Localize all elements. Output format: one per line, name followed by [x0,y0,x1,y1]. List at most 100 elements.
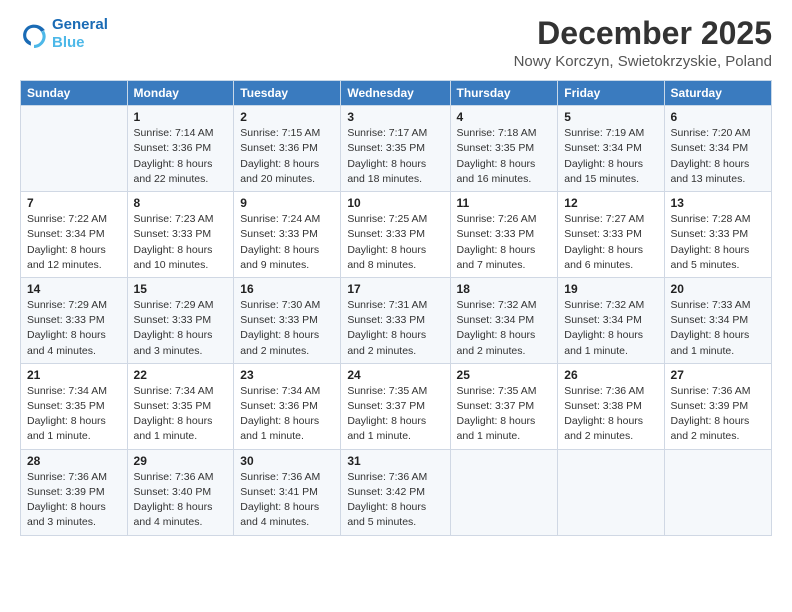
day-number: 6 [671,110,765,124]
day-info: Sunrise: 7:34 AMSunset: 3:35 PMDaylight:… [134,384,228,445]
header: General Blue December 2025 Nowy Korczyn,… [20,16,772,70]
day-info: Sunrise: 7:26 AMSunset: 3:33 PMDaylight:… [457,212,552,273]
day-number: 7 [27,196,121,210]
day-info: Sunrise: 7:14 AMSunset: 3:36 PMDaylight:… [134,126,228,187]
calendar-cell-w1-d7: 6 Sunrise: 7:20 AMSunset: 3:34 PMDaylight… [664,106,771,192]
calendar-cell-w4-d6: 26 Sunrise: 7:36 AMSunset: 3:38 PMDayligh… [558,363,664,449]
day-number: 8 [134,196,228,210]
calendar-cell-w2-d1: 7 Sunrise: 7:22 AMSunset: 3:34 PMDaylight… [21,192,128,278]
logo-text: General Blue [52,16,108,52]
day-number: 15 [134,282,228,296]
day-info: Sunrise: 7:27 AMSunset: 3:33 PMDaylight:… [564,212,657,273]
calendar-cell-w1-d2: 1 Sunrise: 7:14 AMSunset: 3:36 PMDaylight… [127,106,234,192]
day-info: Sunrise: 7:17 AMSunset: 3:35 PMDaylight:… [347,126,443,187]
calendar-cell-w3-d5: 18Sunrise: 7:32 AMSunset: 3:34 PMDayligh… [450,277,558,363]
day-info: Sunrise: 7:31 AMSunset: 3:33 PMDaylight:… [347,298,443,359]
calendar-cell-w5-d6 [558,449,664,535]
calendar-week-2: 7 Sunrise: 7:22 AMSunset: 3:34 PMDaylight… [21,192,772,278]
calendar-cell-w4-d3: 23 Sunrise: 7:34 AMSunset: 3:36 PMDayligh… [234,363,341,449]
day-info: Sunrise: 7:32 AMSunset: 3:34 PMDaylight:… [457,298,552,359]
day-info: Sunrise: 7:33 AMSunset: 3:34 PMDaylight:… [671,298,765,359]
day-info: Sunrise: 7:36 AMSunset: 3:38 PMDaylight:… [564,384,657,445]
col-monday: Monday [127,81,234,106]
calendar-cell-w2-d3: 9Sunrise: 7:24 AMSunset: 3:33 PMDaylight… [234,192,341,278]
day-number: 16 [240,282,334,296]
calendar-cell-w1-d1 [21,106,128,192]
day-info: Sunrise: 7:35 AMSunset: 3:37 PMDaylight:… [347,384,443,445]
day-number: 10 [347,196,443,210]
day-info: Sunrise: 7:29 AMSunset: 3:33 PMDaylight:… [27,298,121,359]
day-number: 3 [347,110,443,124]
calendar-cell-w3-d6: 19Sunrise: 7:32 AMSunset: 3:34 PMDayligh… [558,277,664,363]
day-number: 2 [240,110,334,124]
day-number: 29 [134,454,228,468]
day-info: Sunrise: 7:19 AMSunset: 3:34 PMDaylight:… [564,126,657,187]
day-info: Sunrise: 7:36 AMSunset: 3:42 PMDaylight:… [347,470,443,531]
day-number: 1 [134,110,228,124]
col-saturday: Saturday [664,81,771,106]
day-info: Sunrise: 7:28 AMSunset: 3:33 PMDaylight:… [671,212,765,273]
day-number: 30 [240,454,334,468]
col-friday: Friday [558,81,664,106]
calendar-header-row: Sunday Monday Tuesday Wednesday Thursday… [21,81,772,106]
logo: General Blue [20,16,108,52]
day-number: 12 [564,196,657,210]
day-info: Sunrise: 7:29 AMSunset: 3:33 PMDaylight:… [134,298,228,359]
page: General Blue December 2025 Nowy Korczyn,… [0,0,792,612]
calendar-subtitle: Nowy Korczyn, Swietokrzyskie, Poland [514,53,772,70]
calendar-cell-w5-d4: 31Sunrise: 7:36 AMSunset: 3:42 PMDayligh… [341,449,450,535]
day-info: Sunrise: 7:20 AMSunset: 3:34 PMDaylight:… [671,126,765,187]
col-tuesday: Tuesday [234,81,341,106]
calendar-cell-w1-d5: 4Sunrise: 7:18 AMSunset: 3:35 PMDaylight… [450,106,558,192]
title-block: December 2025 Nowy Korczyn, Swietokrzysk… [514,16,772,70]
logo-icon [20,20,48,48]
calendar-cell-w2-d6: 12 Sunrise: 7:27 AMSunset: 3:33 PMDayligh… [558,192,664,278]
calendar-cell-w1-d4: 3 Sunrise: 7:17 AMSunset: 3:35 PMDaylight… [341,106,450,192]
col-thursday: Thursday [450,81,558,106]
day-info: Sunrise: 7:30 AMSunset: 3:33 PMDaylight:… [240,298,334,359]
day-info: Sunrise: 7:23 AMSunset: 3:33 PMDaylight:… [134,212,228,273]
day-number: 5 [564,110,657,124]
calendar-cell-w3-d1: 14 Sunrise: 7:29 AMSunset: 3:33 PMDayligh… [21,277,128,363]
day-number: 26 [564,368,657,382]
calendar-cell-w4-d2: 22Sunrise: 7:34 AMSunset: 3:35 PMDayligh… [127,363,234,449]
calendar-cell-w5-d1: 28Sunrise: 7:36 AMSunset: 3:39 PMDayligh… [21,449,128,535]
col-wednesday: Wednesday [341,81,450,106]
day-info: Sunrise: 7:18 AMSunset: 3:35 PMDaylight:… [457,126,552,187]
calendar-cell-w3-d4: 17 Sunrise: 7:31 AMSunset: 3:33 PMDayligh… [341,277,450,363]
day-number: 17 [347,282,443,296]
day-info: Sunrise: 7:34 AMSunset: 3:36 PMDaylight:… [240,384,334,445]
day-number: 14 [27,282,121,296]
day-info: Sunrise: 7:22 AMSunset: 3:34 PMDaylight:… [27,212,121,273]
day-info: Sunrise: 7:34 AMSunset: 3:35 PMDaylight:… [27,384,121,445]
day-number: 20 [671,282,765,296]
calendar-cell-w4-d7: 27 Sunrise: 7:36 AMSunset: 3:39 PMDayligh… [664,363,771,449]
day-number: 23 [240,368,334,382]
calendar-cell-w5-d2: 29Sunrise: 7:36 AMSunset: 3:40 PMDayligh… [127,449,234,535]
calendar-week-3: 14 Sunrise: 7:29 AMSunset: 3:33 PMDayligh… [21,277,772,363]
calendar-cell-w1-d6: 5 Sunrise: 7:19 AMSunset: 3:34 PMDaylight… [558,106,664,192]
calendar-cell-w5-d5 [450,449,558,535]
calendar-cell-w2-d4: 10 Sunrise: 7:25 AMSunset: 3:33 PMDayligh… [341,192,450,278]
day-number: 13 [671,196,765,210]
logo-general: General [52,16,108,33]
day-info: Sunrise: 7:25 AMSunset: 3:33 PMDaylight:… [347,212,443,273]
calendar-title: December 2025 [514,16,772,51]
calendar-cell-w1-d3: 2Sunrise: 7:15 AMSunset: 3:36 PMDaylight… [234,106,341,192]
calendar-cell-w3-d3: 16 Sunrise: 7:30 AMSunset: 3:33 PMDayligh… [234,277,341,363]
day-info: Sunrise: 7:32 AMSunset: 3:34 PMDaylight:… [564,298,657,359]
day-info: Sunrise: 7:35 AMSunset: 3:37 PMDaylight:… [457,384,552,445]
day-info: Sunrise: 7:36 AMSunset: 3:39 PMDaylight:… [671,384,765,445]
logo-blue: Blue [52,34,85,51]
calendar-cell-w3-d7: 20 Sunrise: 7:33 AMSunset: 3:34 PMDayligh… [664,277,771,363]
day-number: 25 [457,368,552,382]
day-info: Sunrise: 7:36 AMSunset: 3:41 PMDaylight:… [240,470,334,531]
col-sunday: Sunday [21,81,128,106]
day-number: 24 [347,368,443,382]
calendar-cell-w2-d2: 8 Sunrise: 7:23 AMSunset: 3:33 PMDaylight… [127,192,234,278]
calendar-week-5: 28Sunrise: 7:36 AMSunset: 3:39 PMDayligh… [21,449,772,535]
day-number: 27 [671,368,765,382]
calendar-week-1: 1 Sunrise: 7:14 AMSunset: 3:36 PMDaylight… [21,106,772,192]
day-info: Sunrise: 7:24 AMSunset: 3:33 PMDaylight:… [240,212,334,273]
calendar-week-4: 21Sunrise: 7:34 AMSunset: 3:35 PMDayligh… [21,363,772,449]
